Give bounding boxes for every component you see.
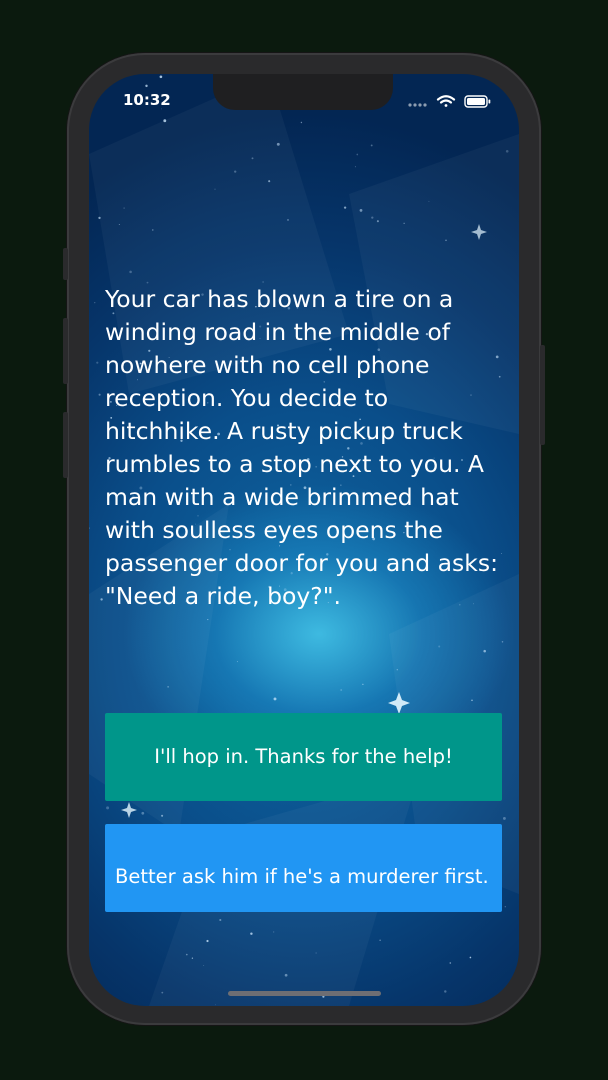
star-dot (496, 74, 499, 77)
star-dot (508, 990, 510, 992)
star-dot (287, 218, 289, 221)
star-dot (129, 270, 132, 274)
star-dot (300, 121, 303, 124)
star-dot (273, 931, 275, 933)
star-dot (106, 806, 110, 810)
star-dot (123, 207, 125, 209)
battery-icon (464, 95, 491, 108)
star-dot (343, 206, 347, 209)
star-dot (509, 78, 511, 80)
star-dot (340, 689, 343, 691)
star-dot (98, 393, 101, 396)
star-dot (445, 239, 447, 242)
star-dot (276, 142, 280, 146)
choice-label: I'll hop in. Thanks for the help! (154, 745, 453, 768)
star-dot (438, 645, 441, 648)
star-dot (469, 956, 472, 959)
story-text: Your car has blown a tire on a winding r… (105, 285, 498, 610)
star-dot (376, 220, 379, 223)
star-dot (96, 361, 99, 364)
star-dot (268, 180, 271, 183)
star-dot (449, 962, 452, 964)
star-dot (504, 906, 506, 908)
star-dot (396, 669, 398, 671)
star-dot (234, 170, 237, 173)
home-indicator (228, 991, 381, 996)
star-dot (100, 598, 103, 601)
star-dot (214, 188, 216, 190)
star-dot (354, 166, 356, 168)
signal-dots-icon (408, 103, 427, 107)
star-dot (94, 302, 96, 304)
star-dot (89, 984, 92, 987)
star-dot (163, 119, 167, 123)
star-dot (505, 149, 509, 153)
star-dot (207, 619, 209, 621)
star-dot (428, 200, 430, 202)
star-dot (215, 1004, 217, 1006)
star-dot (191, 957, 194, 959)
star-dot (502, 816, 506, 820)
star-dot (284, 973, 288, 977)
star-dot (186, 953, 188, 956)
star-dot (370, 144, 373, 147)
star-dot (167, 686, 169, 688)
star-dot (145, 84, 148, 88)
status-icons (407, 93, 497, 112)
volume-up-button (63, 318, 68, 384)
star-dot (273, 697, 277, 701)
star-dot (152, 229, 154, 231)
star-dot (501, 641, 504, 643)
star-dot (203, 964, 205, 966)
star-dot (315, 952, 317, 954)
star-dot (161, 814, 164, 817)
camera-notch (213, 74, 393, 110)
choice-button-ask-murderer[interactable]: Better ask him if he's a murderer first. (105, 824, 502, 912)
star-dot (206, 939, 209, 943)
choice-label: Better ask him if he's a murderer first. (115, 865, 489, 888)
star-dot (89, 527, 90, 529)
star-dot (98, 216, 101, 220)
status-time: 10:32 (123, 91, 171, 109)
star-dot (251, 157, 254, 160)
star-dot (159, 75, 163, 79)
star-dot (250, 932, 253, 935)
star-dot (403, 222, 405, 224)
power-button (540, 345, 545, 445)
star-dot (359, 209, 363, 212)
mute-switch (63, 248, 68, 280)
star-dot (219, 918, 222, 922)
star-dot (471, 699, 473, 702)
star-dot (379, 939, 381, 941)
app-screen: 10:32 Your car has blown a tire on a win… (89, 74, 519, 1006)
star-dot (356, 153, 359, 156)
star-dot (118, 224, 120, 225)
choice-button-hop-in[interactable]: I'll hop in. Thanks for the help! (105, 713, 502, 801)
star-dot (483, 649, 486, 653)
star-dot (236, 661, 238, 663)
star-dot (444, 990, 447, 993)
star-dot (371, 216, 374, 219)
wifi-icon (436, 95, 456, 107)
volume-down-button (63, 412, 68, 478)
star-dot (141, 811, 145, 815)
star-dot (362, 683, 364, 685)
star-dot (161, 991, 164, 994)
